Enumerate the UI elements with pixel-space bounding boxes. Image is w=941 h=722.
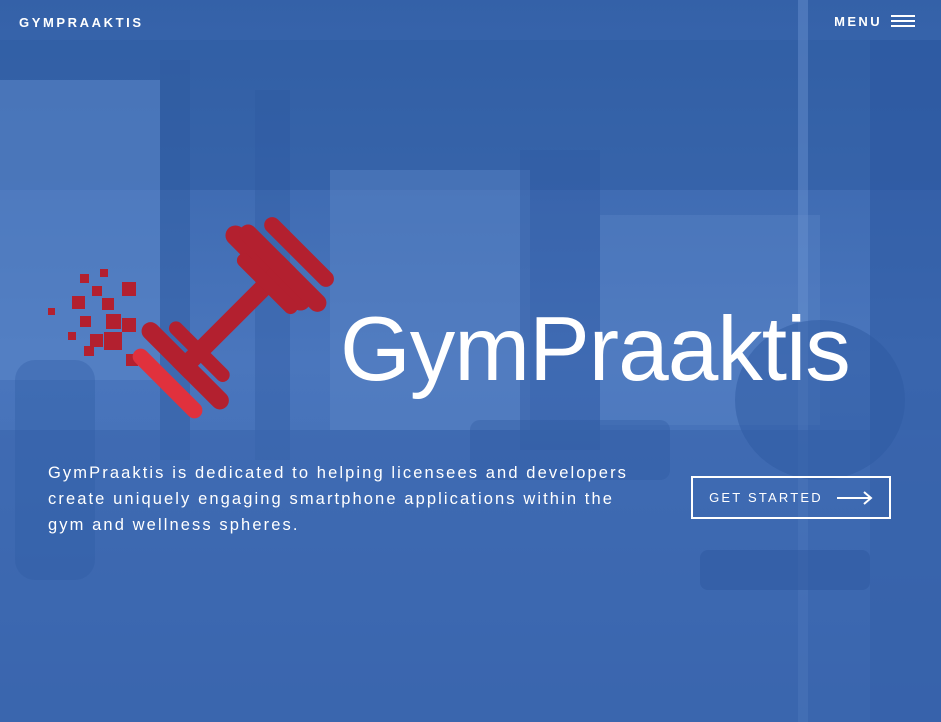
top-navigation-bar: GYMPRAAKTIS MENU <box>0 0 941 48</box>
menu-label: MENU <box>834 14 882 29</box>
brand-wordmark[interactable]: GYMPRAAKTIS <box>19 15 144 30</box>
hero-tagline: GymPraaktis is dedicated to helping lice… <box>48 464 629 534</box>
get-started-button[interactable]: GET STARTED <box>691 476 891 519</box>
hero-title: GymPraaktis <box>340 299 851 400</box>
dumbbell-logo-icon <box>48 217 334 419</box>
menu-button[interactable]: MENU <box>834 14 915 29</box>
arrow-right-icon <box>836 490 873 505</box>
get-started-label: GET STARTED <box>709 490 823 505</box>
hamburger-icon <box>891 15 915 28</box>
